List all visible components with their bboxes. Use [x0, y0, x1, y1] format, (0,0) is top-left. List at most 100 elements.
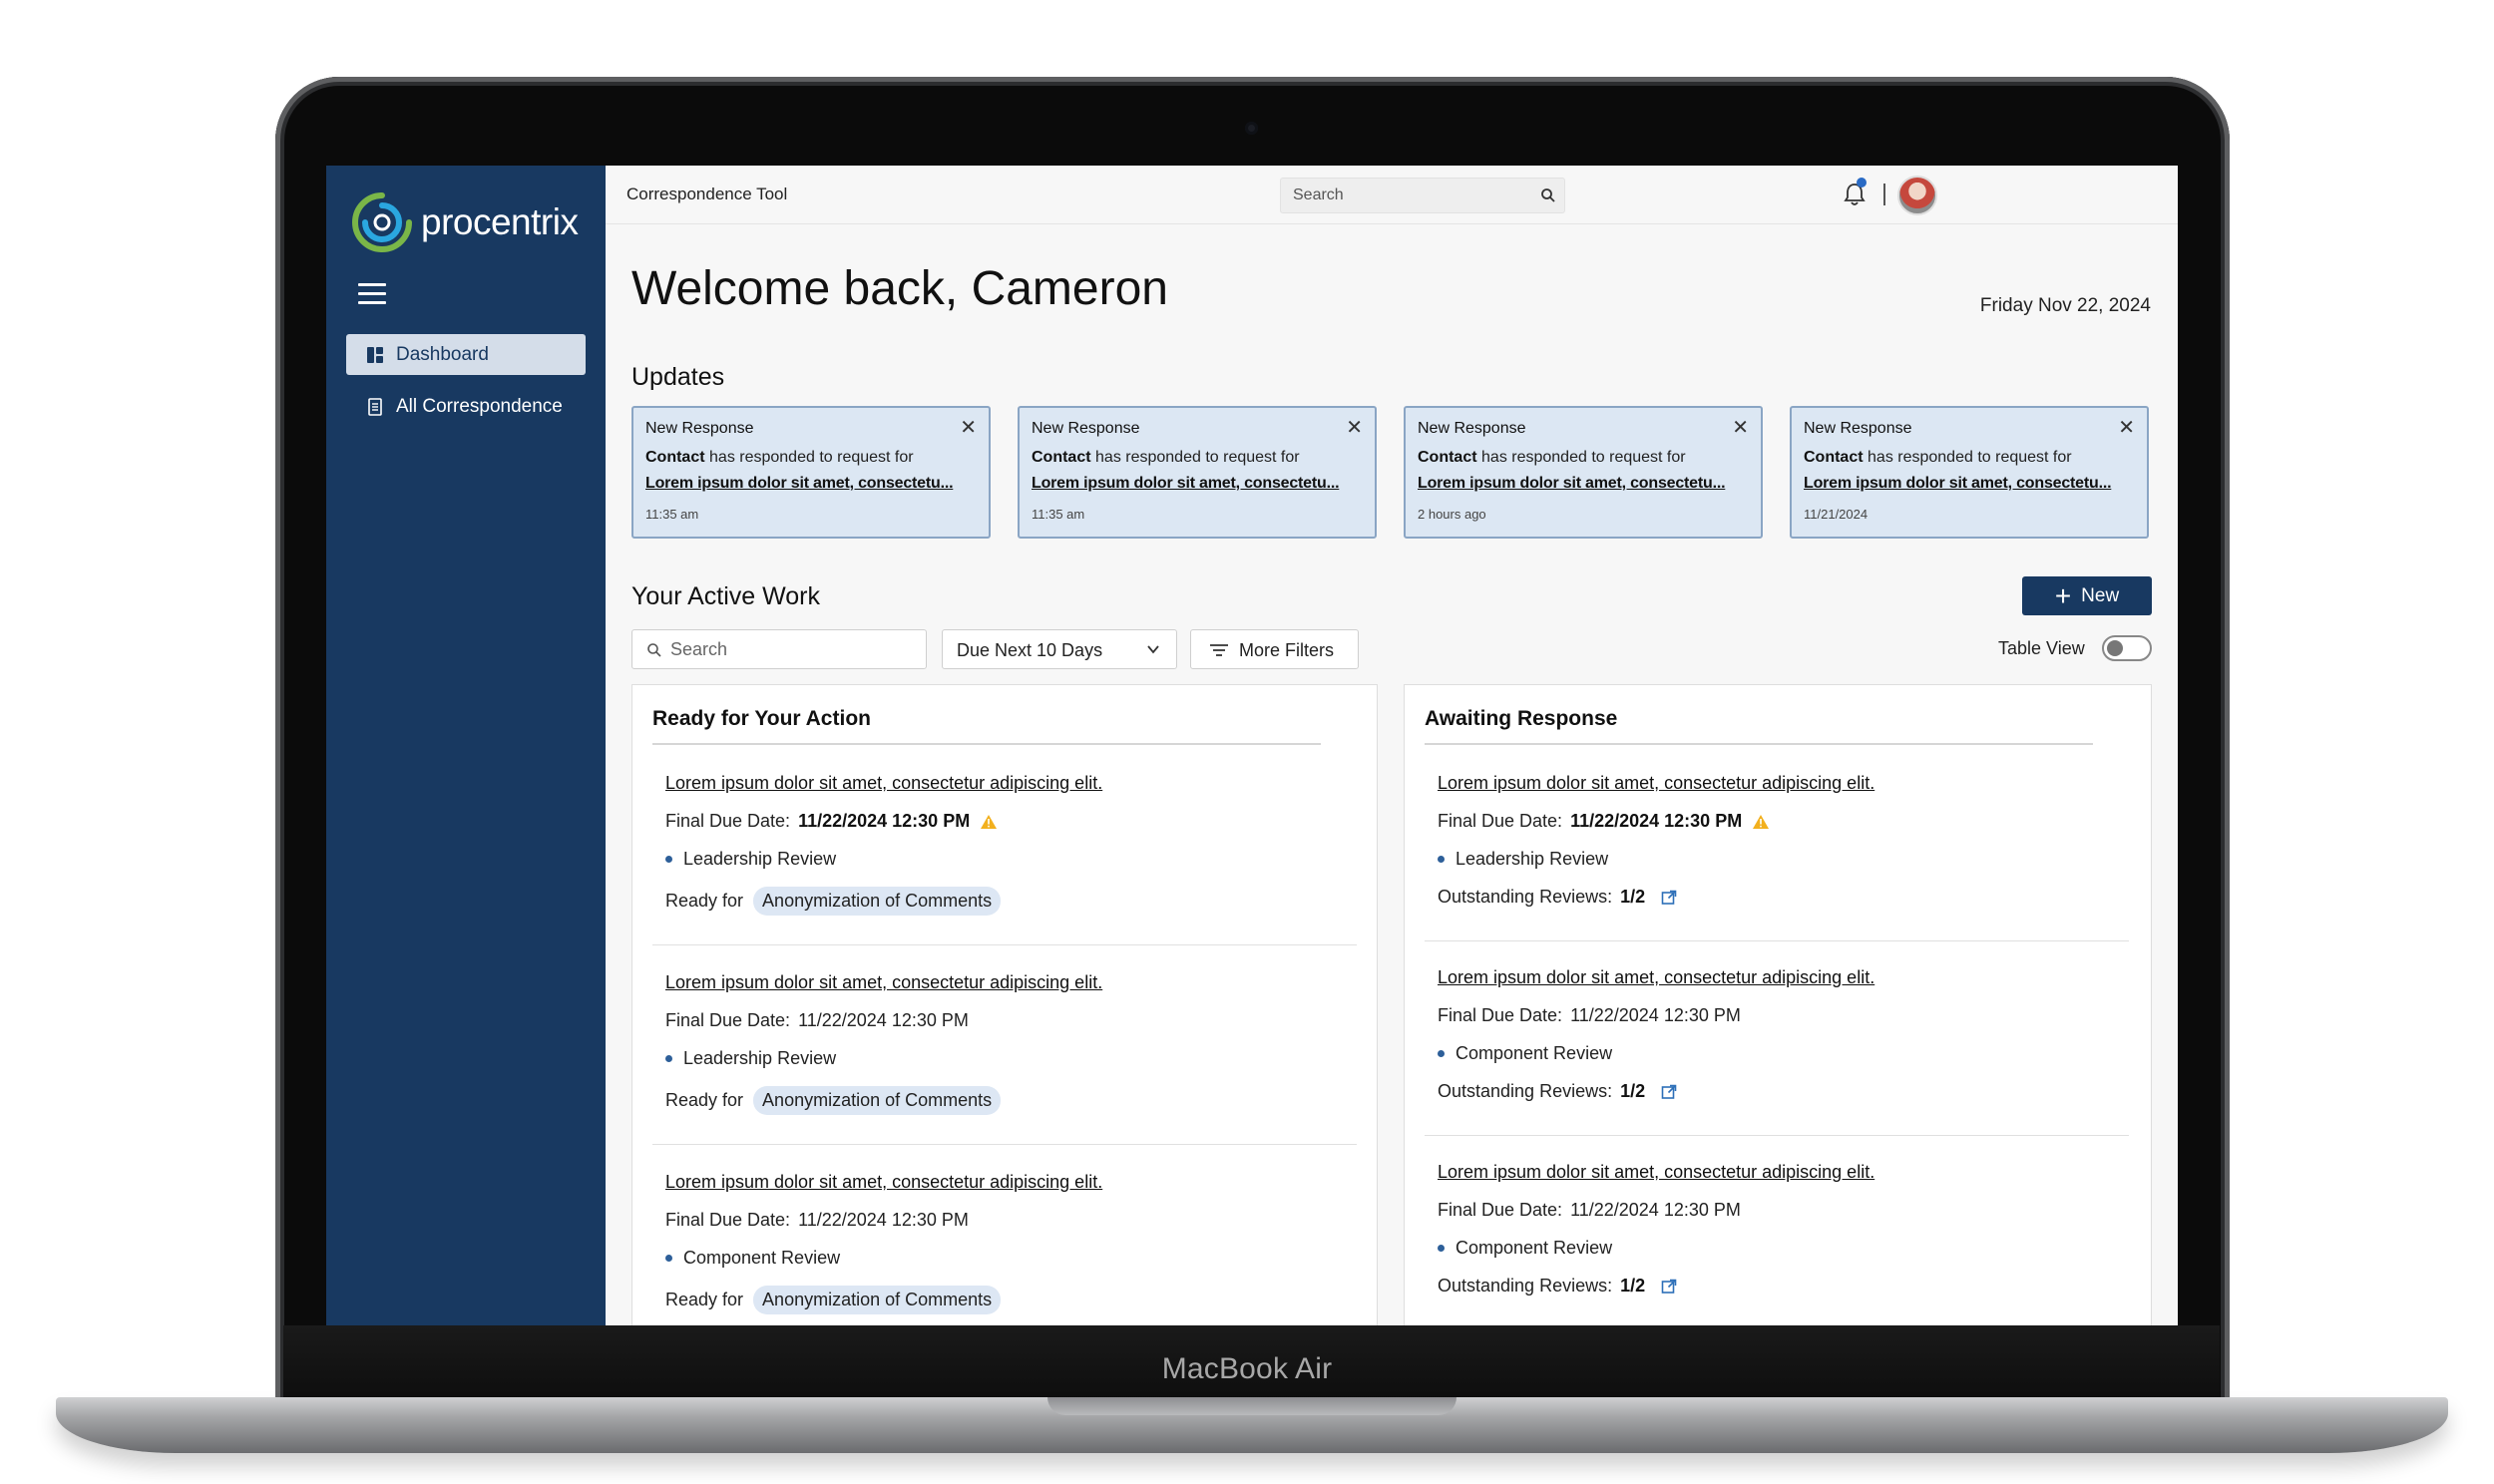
document-icon [368, 397, 382, 416]
toggle-knob [2107, 640, 2123, 656]
work-search-input[interactable] [670, 630, 920, 668]
dashboard-icon [367, 346, 383, 363]
panel-title: Ready for Your Action [652, 707, 871, 730]
update-link[interactable]: Lorem ipsum dolor sit amet, consectetu..… [1032, 475, 1363, 493]
search-icon[interactable] [1540, 187, 1556, 203]
update-contact: Contact [1032, 449, 1091, 466]
update-time: 11/21/2024 [1804, 507, 1869, 522]
outstanding-label: Outstanding Reviews: [1438, 1276, 1613, 1296]
stage-label: Component Review [683, 1248, 841, 1268]
status-dot [665, 1055, 672, 1062]
search-icon [647, 643, 661, 657]
correspondence-link[interactable]: Lorem ipsum dolor sit amet, consectetur … [665, 773, 1364, 794]
due-date: 11/22/2024 12:30 PM [1570, 1005, 1741, 1025]
due-date-filter-dropdown[interactable]: Due Next 10 Days [942, 629, 1177, 669]
new-button[interactable]: + New [2022, 576, 2152, 615]
update-title: New Response [645, 420, 754, 437]
list-item: Lorem ipsum dolor sit amet, consectetur … [665, 773, 1364, 916]
camera-icon [1245, 122, 1258, 135]
screen: procentrix Dashboard All Correspondence [326, 166, 2178, 1325]
user-avatar[interactable] [1897, 176, 1937, 215]
list-item: Lorem ipsum dolor sit amet, consectetur … [1438, 773, 2136, 908]
new-button-label: New [2081, 584, 2120, 606]
ready-for-label: Ready for [665, 1090, 744, 1110]
ready-for-chip[interactable]: Anonymization of Comments [753, 1286, 1002, 1314]
laptop-hinge-notch [1047, 1397, 1456, 1415]
table-view-toggle[interactable] [2102, 635, 2152, 661]
due-label: Final Due Date: [1438, 1200, 1563, 1220]
filter-icon [1210, 644, 1228, 656]
update-card[interactable]: ✕ New Response Contact has responded to … [1404, 406, 1763, 539]
current-date: Friday Nov 22, 2024 [1979, 295, 2151, 316]
external-link-icon[interactable] [1661, 890, 1677, 906]
panel-divider [652, 743, 1321, 745]
status-dot [1438, 1050, 1445, 1057]
more-filters-label: More Filters [1239, 640, 1335, 660]
due-date: 11/22/2024 12:30 PM [1570, 1200, 1741, 1220]
brand-logo[interactable]: procentrix [351, 191, 579, 253]
update-message: Contact has responded to request for [1804, 449, 2135, 467]
update-link[interactable]: Lorem ipsum dolor sit amet, consectetu..… [1418, 475, 1749, 493]
device-label: MacBook Air [1161, 1352, 1333, 1385]
close-icon[interactable]: ✕ [2118, 418, 2135, 438]
due-date: 11/22/2024 12:30 PM [798, 1010, 969, 1030]
external-link-icon[interactable] [1661, 1279, 1677, 1295]
menu-toggle-icon[interactable] [358, 283, 386, 305]
ready-for-chip[interactable]: Anonymization of Comments [753, 887, 1002, 916]
stage-label: Leadership Review [683, 1048, 837, 1068]
correspondence-link[interactable]: Lorem ipsum dolor sit amet, consectetur … [665, 972, 1364, 993]
update-link[interactable]: Lorem ipsum dolor sit amet, consectetu..… [645, 475, 977, 493]
top-bar: Correspondence Tool [606, 166, 2178, 224]
due-date: 11/22/2024 12:30 PM [798, 811, 971, 831]
notification-badge [1857, 178, 1867, 187]
correspondence-link[interactable]: Lorem ipsum dolor sit amet, consectetur … [665, 1172, 1364, 1193]
sidebar-item-label: All Correspondence [396, 395, 563, 417]
update-card[interactable]: ✕ New Response Contact has responded to … [1018, 406, 1377, 539]
sidebar: procentrix Dashboard All Correspondence [326, 166, 606, 1325]
item-divider [1425, 1135, 2129, 1136]
outstanding-label: Outstanding Reviews: [1438, 887, 1613, 907]
global-search-input[interactable] [1281, 179, 1520, 212]
close-icon[interactable]: ✕ [960, 418, 977, 438]
sidebar-item-dashboard[interactable]: Dashboard [346, 334, 586, 375]
close-icon[interactable]: ✕ [1732, 418, 1749, 438]
update-text: has responded to request for [1481, 449, 1686, 466]
update-card[interactable]: ✕ New Response Contact has responded to … [1790, 406, 2149, 539]
update-card[interactable]: ✕ New Response Contact has responded to … [631, 406, 991, 539]
update-message: Contact has responded to request for [1032, 449, 1363, 467]
due-label: Final Due Date: [665, 811, 791, 831]
page-title: Welcome back, Cameron [631, 262, 1168, 315]
due-date: 11/22/2024 12:30 PM [798, 1210, 969, 1230]
global-search [1280, 178, 1565, 213]
external-link-icon[interactable] [1661, 1084, 1677, 1100]
correspondence-link[interactable]: Lorem ipsum dolor sit amet, consectetur … [1438, 1162, 2136, 1183]
update-message: Contact has responded to request for [1418, 449, 1749, 467]
procentrix-logo-icon [352, 192, 412, 252]
sidebar-item-all-correspondence[interactable]: All Correspondence [346, 386, 586, 427]
update-contact: Contact [645, 449, 705, 466]
update-contact: Contact [1418, 449, 1477, 466]
outstanding-count: 1/2 [1620, 887, 1646, 907]
item-divider [1425, 940, 2129, 941]
update-time: 11:35 am [1032, 507, 1085, 522]
correspondence-link[interactable]: Lorem ipsum dolor sit amet, consectetur … [1438, 967, 2136, 988]
active-work-heading: Your Active Work [631, 582, 820, 610]
more-filters-button[interactable]: More Filters [1190, 629, 1359, 669]
update-time: 11:35 am [645, 507, 699, 522]
ready-for-chip[interactable]: Anonymization of Comments [753, 1086, 1002, 1115]
sidebar-item-label: Dashboard [396, 343, 489, 365]
close-icon[interactable]: ✕ [1346, 418, 1363, 438]
panel-title: Awaiting Response [1425, 707, 1618, 730]
list-item: Lorem ipsum dolor sit amet, consectetur … [1438, 1162, 2136, 1297]
plus-icon: + [2054, 579, 2072, 611]
update-link[interactable]: Lorem ipsum dolor sit amet, consectetu..… [1804, 475, 2135, 493]
brand-name: procentrix [421, 201, 579, 242]
correspondence-link[interactable]: Lorem ipsum dolor sit amet, consectetur … [1438, 773, 2136, 794]
status-dot [1438, 1245, 1445, 1252]
stage-label: Component Review [1455, 1238, 1613, 1258]
outstanding-count: 1/2 [1620, 1276, 1646, 1296]
panel-divider [1425, 743, 2093, 745]
due-label: Final Due Date: [1438, 1005, 1563, 1025]
due-date: 11/22/2024 12:30 PM [1570, 811, 1743, 831]
status-dot [1438, 856, 1445, 863]
